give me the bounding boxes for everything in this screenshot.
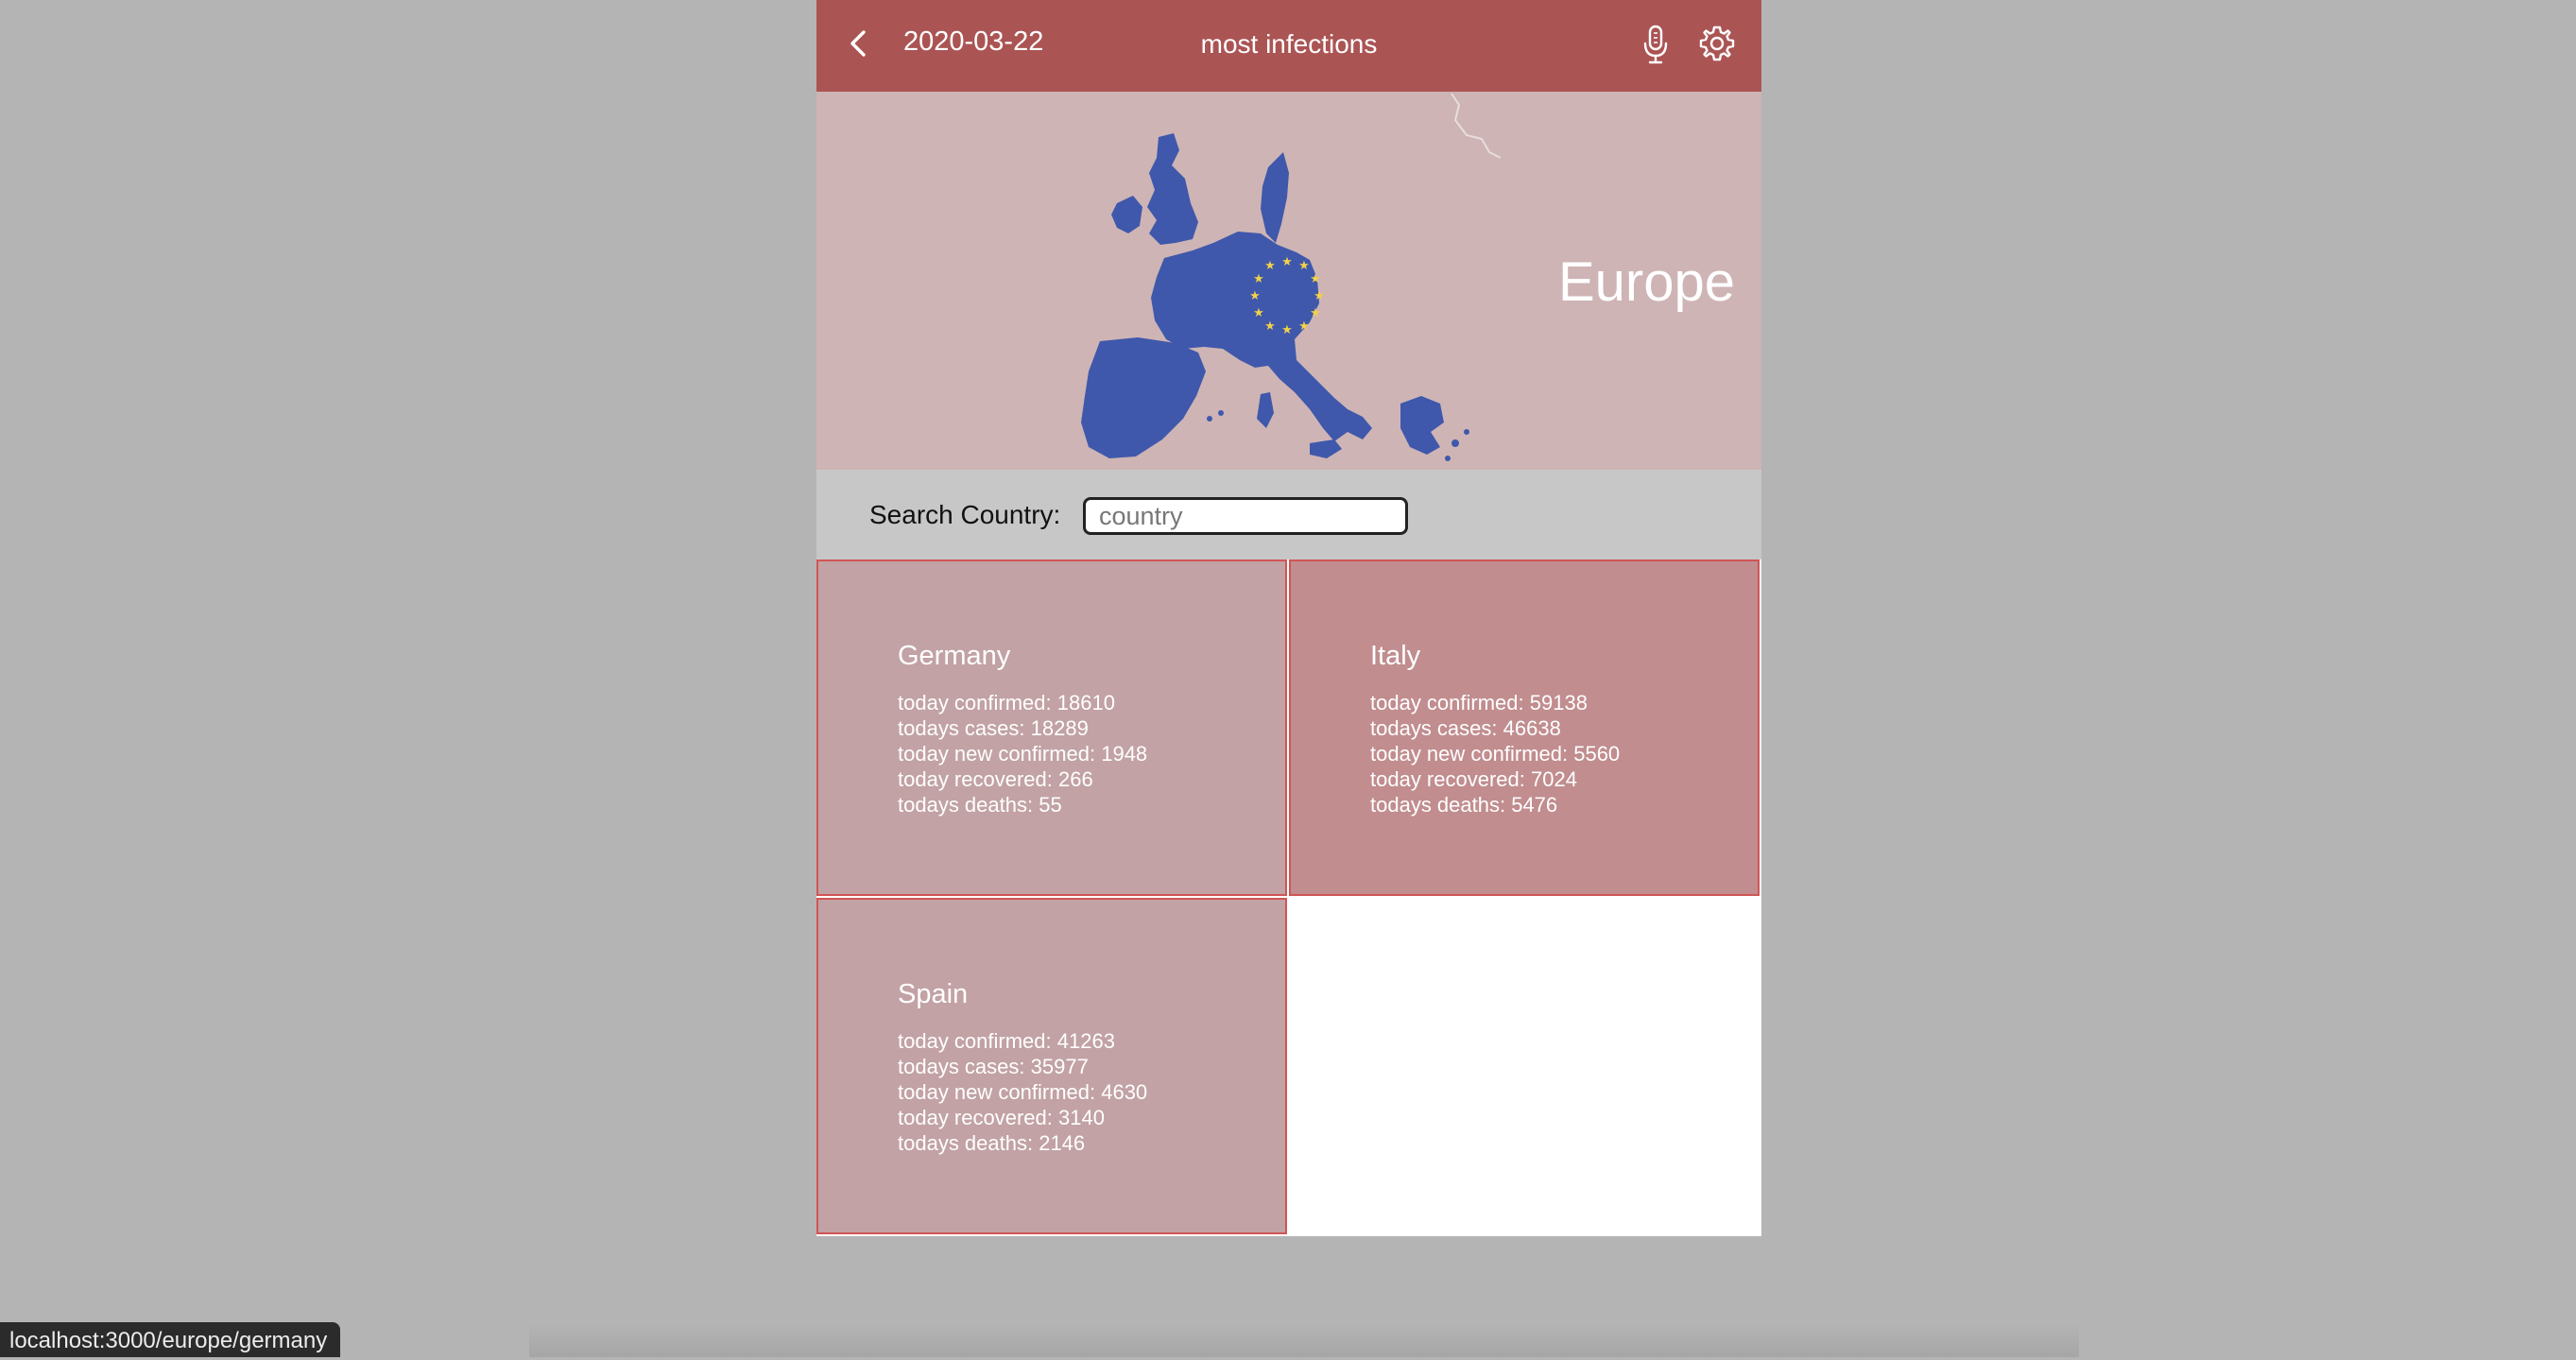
country-name: Italy	[1370, 641, 1421, 671]
svg-text:★: ★	[1249, 289, 1261, 303]
country-card-spain[interactable]: Spain today confirmed: 41263 todays case…	[816, 898, 1287, 1234]
region-banner: ★ ★ ★ ★ ★ ★ ★ ★ ★ ★ ★ ★ Europe	[816, 92, 1761, 470]
country-name: Germany	[898, 641, 1011, 671]
country-stats: today confirmed: 59138 todays cases: 466…	[1370, 690, 1620, 818]
svg-text:★: ★	[1264, 319, 1276, 334]
svg-text:★: ★	[1310, 306, 1321, 320]
app-container: 2020-03-22 most infections ★ ★ ★ ★ ★ ★ ★…	[816, 0, 1761, 1236]
stat-today-confirmed: today confirmed: 59138	[1370, 691, 1588, 714]
country-stats: today confirmed: 18610 todays cases: 182…	[898, 690, 1147, 818]
stat-today-recovered: today recovered: 266	[898, 767, 1093, 791]
stat-today-confirmed: today confirmed: 18610	[898, 691, 1115, 714]
country-card-italy[interactable]: Italy today confirmed: 59138 todays case…	[1289, 559, 1760, 896]
chevron-left-icon[interactable]	[845, 26, 871, 60]
window-shadow	[529, 1323, 2079, 1357]
stat-today-new-confirmed: today new confirmed: 1948	[898, 742, 1148, 766]
status-bar-url: localhost:3000/europe/germany	[0, 1322, 341, 1357]
top-bar: 2020-03-22 most infections	[816, 0, 1761, 92]
country-search-input[interactable]	[1083, 497, 1408, 535]
search-bar: Search Country:	[816, 470, 1761, 559]
svg-text:★: ★	[1264, 259, 1276, 273]
stat-todays-cases: todays cases: 35977	[898, 1055, 1089, 1078]
country-stats: today confirmed: 41263 todays cases: 359…	[898, 1028, 1147, 1156]
search-label: Search Country:	[869, 500, 1061, 529]
stat-today-recovered: today recovered: 3140	[898, 1106, 1105, 1129]
date-label: 2020-03-22	[903, 26, 1044, 57]
country-name: Spain	[898, 979, 969, 1009]
country-card-germany[interactable]: Germany today confirmed: 18610 todays ca…	[816, 559, 1287, 896]
microphone-icon[interactable]	[1642, 25, 1669, 64]
stat-todays-deaths: todays deaths: 5476	[1370, 793, 1558, 817]
svg-text:★: ★	[1253, 306, 1264, 320]
stat-todays-deaths: todays deaths: 2146	[898, 1131, 1086, 1155]
svg-text:★: ★	[1281, 323, 1293, 337]
stat-today-recovered: today recovered: 7024	[1370, 767, 1577, 791]
stat-today-new-confirmed: today new confirmed: 5560	[1370, 742, 1621, 766]
stat-today-new-confirmed: today new confirmed: 4630	[898, 1080, 1148, 1104]
region-title: Europe	[1557, 251, 1735, 313]
svg-text:★: ★	[1298, 319, 1310, 334]
stat-todays-deaths: todays deaths: 55	[898, 793, 1062, 817]
stat-today-confirmed: today confirmed: 41263	[898, 1029, 1115, 1053]
svg-text:★: ★	[1310, 272, 1321, 286]
gear-icon[interactable]	[1698, 25, 1736, 62]
svg-text:★: ★	[1298, 259, 1310, 273]
svg-text:★: ★	[1314, 289, 1325, 303]
svg-text:★: ★	[1281, 255, 1293, 269]
svg-text:★: ★	[1253, 272, 1264, 286]
country-grid: Germany today confirmed: 18610 todays ca…	[816, 559, 1761, 1236]
stat-todays-cases: todays cases: 18289	[898, 716, 1089, 740]
stat-todays-cases: todays cases: 46638	[1370, 716, 1561, 740]
